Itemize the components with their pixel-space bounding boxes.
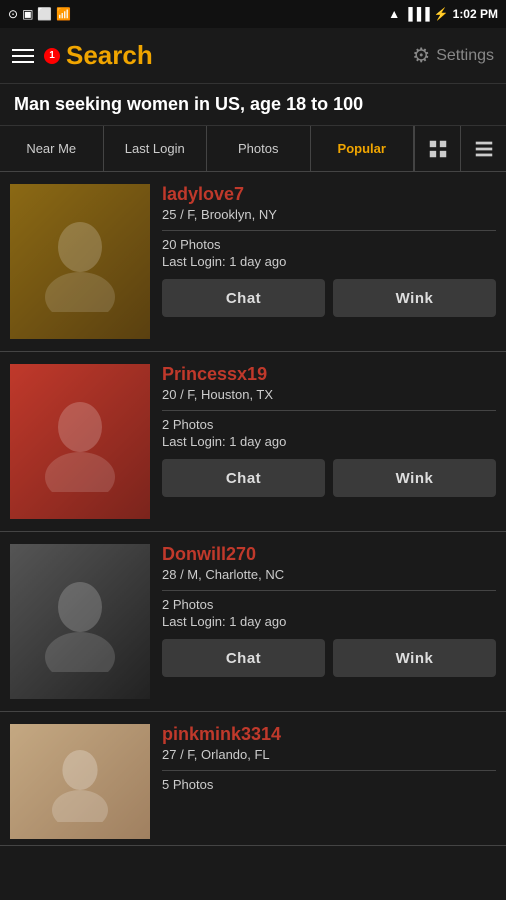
list-view-button[interactable]	[460, 126, 506, 171]
profile-username[interactable]: Princessx19	[162, 364, 496, 385]
tab-popular[interactable]: Popular	[311, 126, 415, 171]
user-avatar-4	[40, 742, 120, 822]
profile-photos-count: 5 Photos	[162, 777, 496, 792]
filter-tabs: Near Me Last Login Photos Popular	[0, 126, 506, 172]
profile-info: Princessx19 20 / F, Houston, TX 2 Photos…	[162, 364, 496, 497]
notification-badge: 1	[44, 48, 60, 64]
chat-button[interactable]: Chat	[162, 279, 325, 317]
alarm-icon: ⊙	[8, 7, 18, 21]
profile-photo[interactable]	[10, 184, 150, 339]
profile-last-login: Last Login: 1 day ago	[162, 254, 496, 269]
settings-label: Settings	[436, 47, 494, 65]
profile-username[interactable]: ladylove7	[162, 184, 496, 205]
grid-icon	[427, 138, 449, 160]
user-avatar-3	[40, 572, 120, 672]
save-icon: ▣	[22, 7, 33, 21]
list-item: Donwill270 28 / M, Charlotte, NC 2 Photo…	[0, 532, 506, 712]
profile-photo[interactable]	[10, 724, 150, 839]
user-avatar-2	[40, 392, 120, 492]
signal-icon: 📶	[56, 7, 71, 21]
profile-details: 27 / F, Orlando, FL	[162, 747, 496, 762]
wifi-icon: ▲	[388, 7, 400, 21]
status-bar: ⊙ ▣ ⬜ 📶 ▲ ▐▐▐ ⚡ 1:02 PM	[0, 0, 506, 28]
tab-near-me[interactable]: Near Me	[0, 126, 104, 171]
wink-button[interactable]: Wink	[333, 639, 496, 677]
profile-info: pinkmink3314 27 / F, Orlando, FL 5 Photo…	[162, 724, 496, 794]
bars-icon: ▐▐▐	[404, 7, 430, 21]
list-item: pinkmink3314 27 / F, Orlando, FL 5 Photo…	[0, 712, 506, 846]
profile-info: Donwill270 28 / M, Charlotte, NC 2 Photo…	[162, 544, 496, 677]
profile-list: ladylove7 25 / F, Brooklyn, NY 20 Photos…	[0, 172, 506, 846]
settings-button[interactable]: ⚙ Settings	[412, 43, 494, 68]
list-item: ladylove7 25 / F, Brooklyn, NY 20 Photos…	[0, 172, 506, 352]
profile-username[interactable]: Donwill270	[162, 544, 496, 565]
profile-last-login: Last Login: 1 day ago	[162, 434, 496, 449]
tab-last-login[interactable]: Last Login	[104, 126, 208, 171]
user-avatar-1	[40, 212, 120, 312]
header: 1 Search ⚙ Settings	[0, 28, 506, 84]
status-icons-left: ⊙ ▣ ⬜ 📶	[8, 7, 71, 21]
wink-button[interactable]: Wink	[333, 279, 496, 317]
chat-button[interactable]: Chat	[162, 459, 325, 497]
chat-button[interactable]: Chat	[162, 639, 325, 677]
profile-details: 25 / F, Brooklyn, NY	[162, 207, 496, 222]
wink-button[interactable]: Wink	[333, 459, 496, 497]
action-buttons: Chat Wink	[162, 459, 496, 497]
profile-photos-count: 2 Photos	[162, 417, 496, 432]
profile-details: 20 / F, Houston, TX	[162, 387, 496, 402]
clock: 1:02 PM	[453, 7, 498, 21]
list-item: Princessx19 20 / F, Houston, TX 2 Photos…	[0, 352, 506, 532]
action-buttons: Chat Wink	[162, 639, 496, 677]
search-subtitle: Man seeking women in US, age 18 to 100	[0, 84, 506, 126]
hamburger-icon	[12, 49, 34, 63]
grid-view-button[interactable]	[414, 126, 460, 171]
battery-icon: ⚡	[434, 7, 449, 21]
profile-photo[interactable]	[10, 544, 150, 699]
status-icons-right: ▲ ▐▐▐ ⚡ 1:02 PM	[388, 7, 498, 21]
action-buttons: Chat Wink	[162, 279, 496, 317]
tab-photos[interactable]: Photos	[207, 126, 311, 171]
profile-photos-count: 20 Photos	[162, 237, 496, 252]
gear-icon: ⚙	[412, 43, 430, 68]
view-toggle	[414, 126, 506, 171]
profile-info: ladylove7 25 / F, Brooklyn, NY 20 Photos…	[162, 184, 496, 317]
profile-last-login: Last Login: 1 day ago	[162, 614, 496, 629]
profile-details: 28 / M, Charlotte, NC	[162, 567, 496, 582]
profile-photos-count: 2 Photos	[162, 597, 496, 612]
list-icon	[473, 138, 495, 160]
image-icon: ⬜	[37, 7, 52, 21]
profile-photo[interactable]	[10, 364, 150, 519]
page-title: Search	[66, 40, 412, 71]
menu-button[interactable]: 1	[12, 48, 60, 64]
profile-username[interactable]: pinkmink3314	[162, 724, 496, 745]
